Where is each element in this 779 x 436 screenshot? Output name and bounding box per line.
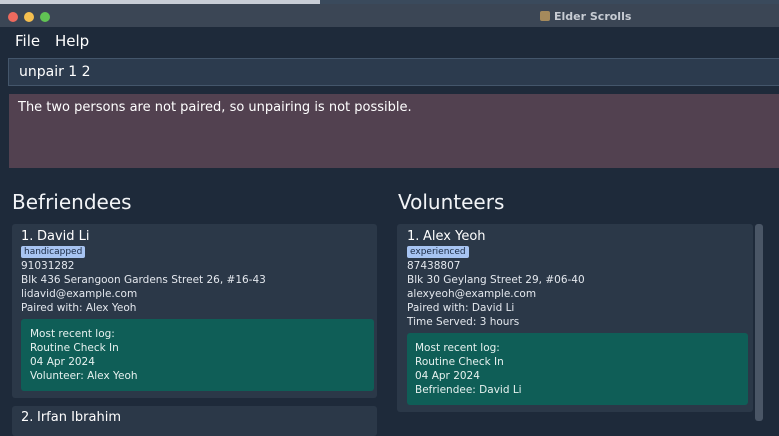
volunteer-log-box: Most recent log: Routine Check In 04 Apr… — [407, 333, 748, 405]
menu-bar: File Help — [0, 27, 779, 55]
befriendee-log-box: Most recent log: Routine Check In 04 Apr… — [21, 319, 374, 391]
result-display: The two persons are not paired, so unpai… — [9, 94, 779, 168]
volunteers-scrollbar[interactable] — [755, 224, 763, 421]
window-title: Elder Scrolls — [540, 9, 631, 23]
window-title-text: Elder Scrolls — [554, 9, 632, 23]
log-title: Routine Check In — [30, 342, 119, 354]
log-date: 04 Apr 2024 — [30, 356, 95, 368]
volunteer-phone: 87438807 — [407, 260, 461, 272]
app-icon — [540, 11, 550, 21]
minimize-window-button[interactable] — [24, 12, 34, 22]
log-header: Most recent log: — [415, 342, 500, 354]
befriendee-index: 1. — [21, 229, 34, 244]
volunteer-email: alexyeoh@example.com — [407, 288, 537, 300]
log-counterpart: Volunteer: Alex Yeoh — [30, 370, 138, 382]
volunteer-tag: experienced — [407, 246, 469, 258]
befriendees-title: Befriendees — [12, 190, 132, 214]
volunteer-paired: Paired with: David Li — [407, 302, 515, 314]
menu-file[interactable]: File — [15, 32, 40, 50]
volunteer-time-served: Time Served: 3 hours — [407, 316, 520, 328]
volunteer-name: Alex Yeoh — [423, 229, 486, 244]
title-bar: Elder Scrolls — [0, 4, 779, 27]
befriendee-index: 2. — [21, 410, 34, 425]
log-header: Most recent log: — [30, 328, 115, 340]
befriendee-card[interactable]: 1. David Li handicapped 91031282 Blk 436… — [12, 224, 377, 398]
log-counterpart: Befriendee: David Li — [415, 384, 522, 396]
menu-help[interactable]: Help — [55, 32, 89, 50]
log-date: 04 Apr 2024 — [415, 370, 480, 382]
command-input[interactable] — [19, 62, 759, 82]
befriendee-phone: 91031282 — [21, 260, 75, 272]
befriendee-tag: handicapped — [21, 246, 86, 258]
volunteers-title: Volunteers — [398, 190, 505, 214]
befriendee-card[interactable]: 2. Irfan Ibrahim — [12, 406, 377, 436]
zoom-window-button[interactable] — [40, 12, 50, 22]
volunteer-index: 1. — [407, 229, 420, 244]
befriendee-email: lidavid@example.com — [21, 288, 138, 300]
volunteer-address: Blk 30 Geylang Street 29, #06-40 — [407, 274, 585, 286]
befriendee-address: Blk 436 Serangoon Gardens Street 26, #16… — [21, 274, 266, 286]
result-message: The two persons are not paired, so unpai… — [18, 100, 412, 115]
volunteer-card[interactable]: 1. Alex Yeoh experienced 87438807 Blk 30… — [397, 224, 753, 412]
close-window-button[interactable] — [8, 12, 18, 22]
befriendee-paired: Paired with: Alex Yeoh — [21, 302, 137, 314]
befriendee-name: David Li — [37, 229, 90, 244]
command-box — [8, 58, 779, 86]
log-title: Routine Check In — [415, 356, 504, 368]
befriendee-name: Irfan Ibrahim — [37, 410, 122, 425]
